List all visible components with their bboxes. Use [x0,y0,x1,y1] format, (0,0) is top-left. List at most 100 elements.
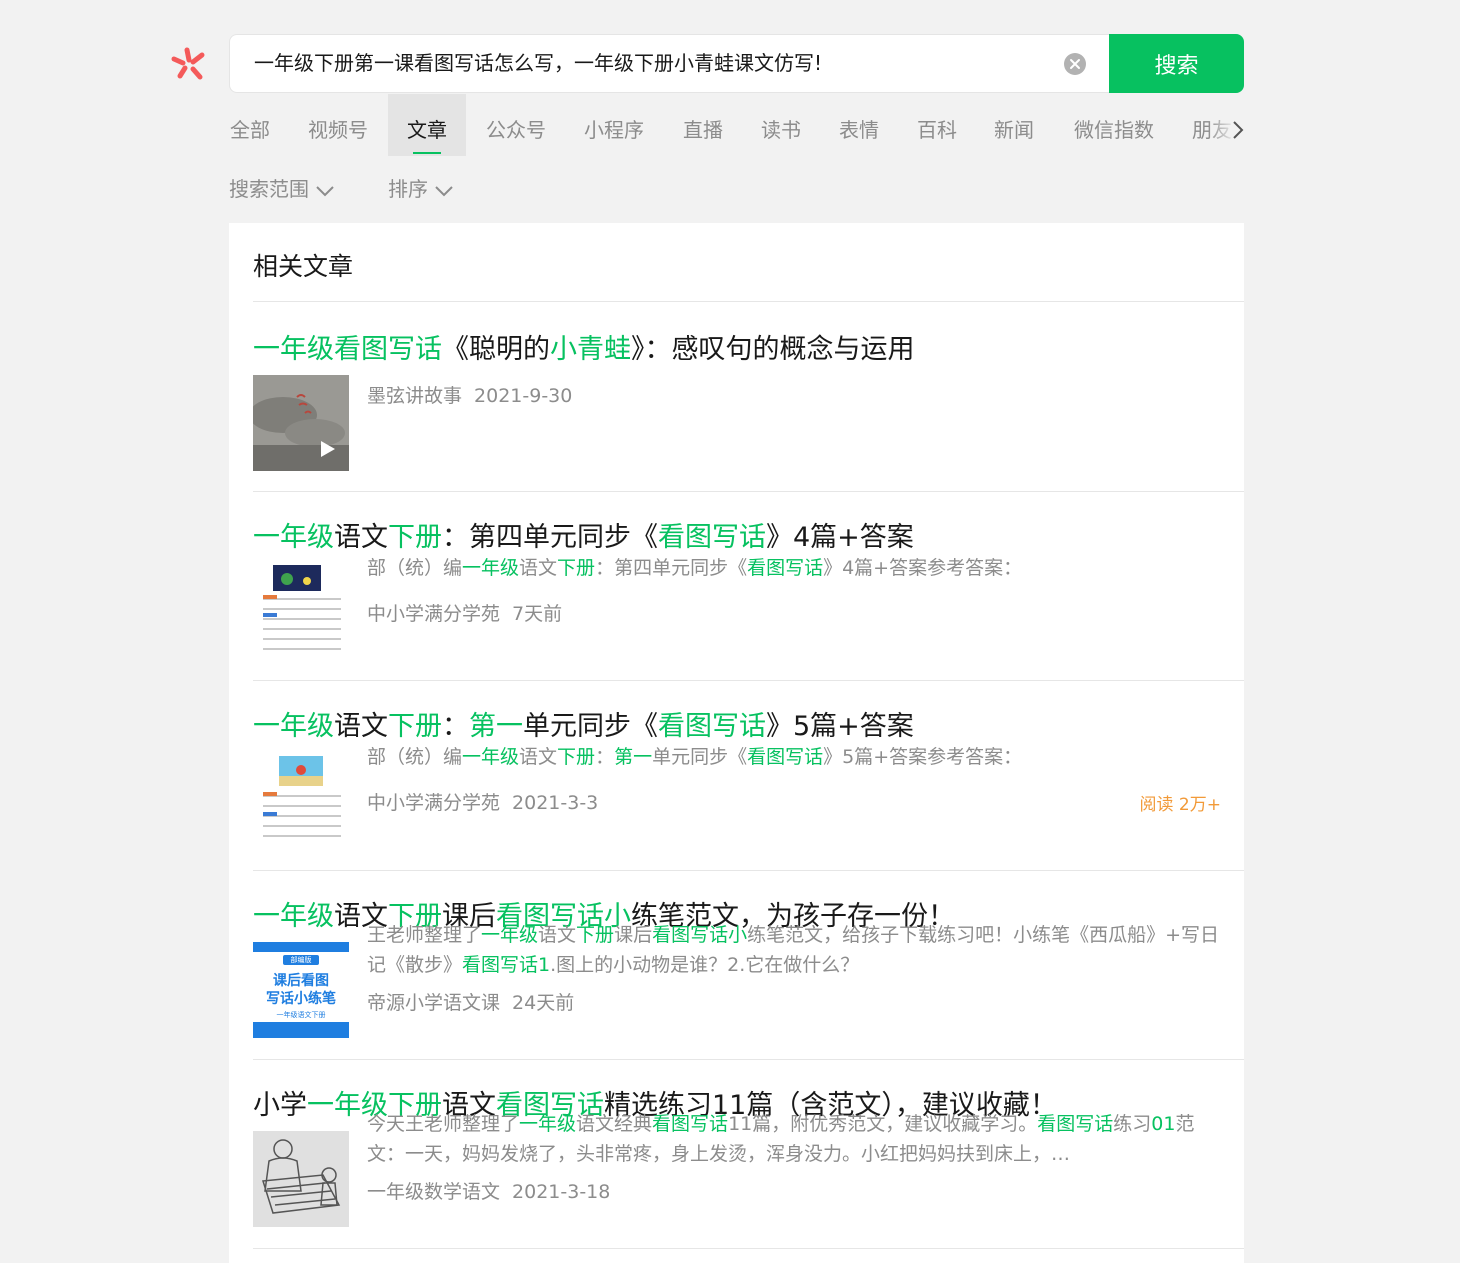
divider [253,870,1244,871]
tab-books[interactable]: 读书 [760,94,802,156]
tab-stickers[interactable]: 表情 [838,94,880,156]
cover-thumbnail[interactable]: 部编版 课后看图 写话小练笔 一年级语文下册 [253,942,349,1038]
highlight-text: 一年级 [253,901,334,932]
tab-articles[interactable]: 文章 [388,94,466,156]
text-segment: ：第四单元同步《 [595,557,748,579]
tab-mini-programs[interactable]: 小程序 [582,94,646,156]
text-segment: 语文经典 [576,1113,653,1135]
text-segment: 今天王老师整理了 [367,1113,520,1135]
tab-news[interactable]: 新闻 [993,94,1035,156]
highlight-text: 一年级 [253,711,334,742]
highlight-text: 看图写话 [747,557,824,579]
text-segment: 》4篇+答案 [766,522,914,553]
video-thumbnail[interactable] [253,375,349,471]
text-segment: 11篇，附优秀范文，建议收藏学习。 [728,1113,1038,1135]
text-segment: ： [442,711,469,742]
highlight-text: 看图写话小 [652,924,748,946]
highlight-text: 第一 [469,711,523,742]
highlight-text: 看图写话 [1037,1113,1114,1135]
sort-filter[interactable]: 排序 [388,172,454,206]
worksheet-thumbnail[interactable] [253,752,349,848]
article-date: 2021-3-3 [512,792,599,814]
search-box [229,34,1109,93]
text-segment: 语文 [538,924,577,946]
text-segment: 》：感叹句的概念与运用 [631,334,915,365]
article-date: 2021-3-18 [512,1181,611,1203]
search-input[interactable] [252,35,1052,92]
article-meta: 帝源小学语文课 24天前 [367,988,574,1015]
sort-label: 排序 [388,177,428,201]
cover-line-2: 写话小练笔 [266,991,336,1007]
highlight-text: 看图写话1 [462,954,551,976]
article-item[interactable]: 一年级语文下册课后看图写话小练笔范文，为孩子存一份！ 部编版 课后看图 写话小练… [253,894,1221,1044]
highlight-text: 一年级 [481,924,539,946]
tab-live[interactable]: 直播 [682,94,724,156]
article-item[interactable]: 一年级看图写话《聪明的小青蛙》：感叹句的概念与运用 墨弦讲故事 2021-9-30 [253,327,1221,477]
highlight-text: 小青蛙 [550,334,631,365]
highlight-text: 下册 [557,746,596,768]
text-segment: 《聪明的 [442,334,550,365]
sketch-thumbnail[interactable] [253,1131,349,1227]
worksheet-thumbnail[interactable] [253,563,349,659]
article-source[interactable]: 中小学满分学苑 [367,792,500,814]
highlight-text: 看图写话 [658,522,766,553]
article-item[interactable]: 小学一年级下册语文看图写话精选练习11篇（含范文），建议收藏！ 今天王老师整理了… [253,1083,1221,1233]
highlight-text: 下册 [388,711,442,742]
divider [253,491,1244,492]
tab-wechat-index[interactable]: 微信指数 [1072,94,1156,156]
tab-official-accounts[interactable]: 公众号 [484,94,548,156]
tab-all[interactable]: 全部 [229,94,271,156]
highlight-text: 一年级看图写话 [253,334,442,365]
article-title[interactable]: 一年级看图写话《聪明的小青蛙》：感叹句的概念与运用 [253,327,915,366]
text-segment: 单元同步《 [652,746,748,768]
highlight-text: 看图写话 [658,711,766,742]
article-source[interactable]: 一年级数学语文 [367,1181,500,1203]
article-item[interactable]: 一年级语文下册：第四单元同步《看图写话》4篇+答案 部（统）编一年级语文下册：第… [253,515,1221,665]
search-button[interactable]: 搜索 [1109,34,1244,93]
highlight-text: 一年级 [462,746,520,768]
article-item[interactable]: 一年级语文下册：第一单元同步《看图写话》5篇+答案 部（统）编一年级语文下册：第… [253,704,1221,854]
cover-line-1: 课后看图 [273,973,329,989]
article-date: 24天前 [512,992,575,1014]
highlight-text: 看图写话 [747,746,824,768]
article-snippet: 部（统）编一年级语文下册：第四单元同步《看图写话》4篇+答案参考答案： [367,553,1219,583]
cover-badge: 部编版 [283,955,319,965]
highlight-text: 一年级 [462,557,520,579]
logo-icon[interactable] [166,42,208,84]
chevron-right-icon[interactable] [1230,120,1246,140]
article-snippet: 今天王老师整理了一年级语文经典看图写话11篇，附优秀范文，建议收藏学习。看图写话… [367,1109,1219,1169]
highlight-text: 第一 [614,746,653,768]
clear-icon[interactable] [1064,53,1086,75]
article-meta: 一年级数学语文 2021-3-18 [367,1177,610,1204]
article-title[interactable]: 一年级语文下册：第四单元同步《看图写话》4篇+答案 [253,515,914,554]
play-icon [321,441,335,457]
section-title: 相关文章 [253,252,354,281]
text-segment: 》5篇+答案参考答案： [823,746,1023,768]
divider [253,301,1244,302]
results-panel: 相关文章 一年级看图写话《聪明的小青蛙》：感叹句的概念与运用 墨弦讲故事 2021… [229,223,1244,1263]
read-count: 阅读 2万+ [1139,795,1221,815]
highlight-text: 看图写话 [652,1113,729,1135]
cover-footer: 一年级语文下册 [276,1011,326,1019]
tab-encyclopedia[interactable]: 百科 [916,94,958,156]
search-scope-label: 搜索范围 [229,177,309,201]
highlight-text: 下册 [388,522,442,553]
article-date: 7天前 [512,603,563,625]
tab-channels[interactable]: 视频号 [306,94,370,156]
search-scope-filter[interactable]: 搜索范围 [229,172,335,206]
divider [253,680,1244,681]
highlight-text: 一年级 [253,522,334,553]
highlight-text: 一年级 [519,1113,577,1135]
article-source[interactable]: 墨弦讲故事 [367,385,462,407]
chevron-down-icon [435,185,453,196]
article-meta: 中小学满分学苑 7天前 [367,599,562,626]
article-title[interactable]: 一年级语文下册：第一单元同步《看图写话》5篇+答案 [253,704,914,743]
article-source[interactable]: 中小学满分学苑 [367,603,500,625]
highlight-text: 下册 [557,557,596,579]
text-segment: 小学 [253,1090,307,1121]
text-segment: 部（统）编 [367,746,463,768]
tab-articles-label: 文章 [407,118,447,142]
article-source[interactable]: 帝源小学语文课 [367,992,500,1014]
text-segment: 王老师整理了 [367,924,482,946]
article-date: 2021-9-30 [474,385,573,407]
